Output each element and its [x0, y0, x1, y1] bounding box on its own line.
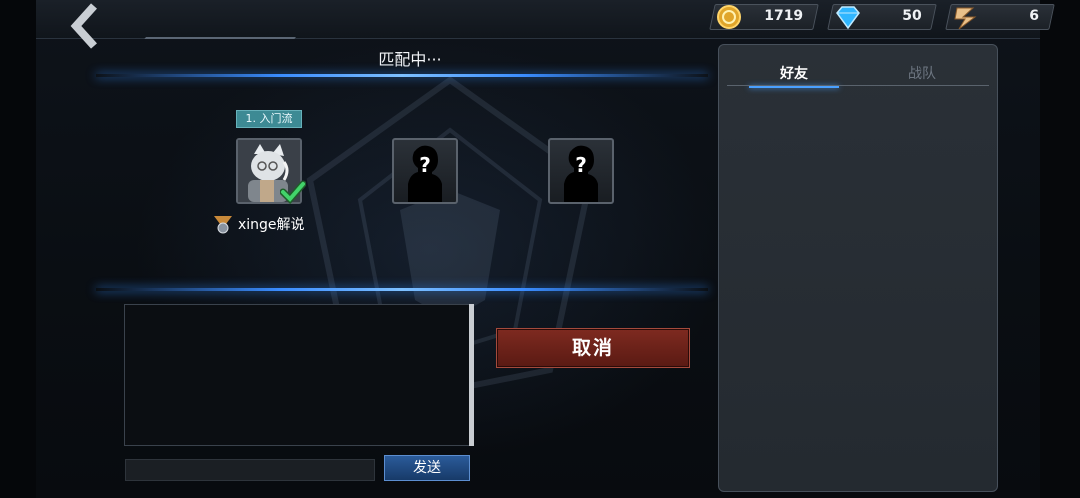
rank-medal-icon: [214, 216, 232, 234]
diamond-currency: 50: [827, 4, 937, 30]
player-name: xinge解说: [238, 217, 305, 233]
gold-currency: 1719: [709, 4, 819, 30]
gold-amount: 1719: [764, 8, 804, 24]
right-edge: [1040, 0, 1080, 498]
unknown-player-icon: ?: [408, 145, 442, 202]
bottom-glow-line: [96, 288, 708, 291]
unknown-player-icon: ?: [564, 145, 598, 202]
badge-currency: 6: [945, 4, 1055, 30]
ready-check-icon: [280, 180, 306, 204]
rank-tag: 1. 入门流: [236, 110, 302, 128]
badge-icon: [954, 7, 977, 30]
active-tab-underline: [749, 86, 839, 88]
chevron-left-icon: [70, 3, 97, 49]
gold-coin-icon: [717, 5, 741, 29]
diamond-amount: 50: [901, 8, 922, 24]
tab-team[interactable]: 战队: [877, 63, 967, 85]
back-button[interactable]: [60, 2, 110, 50]
friends-panel: 好友 战队: [718, 44, 998, 492]
chat-input[interactable]: [125, 459, 375, 481]
matching-title: 匹配中···: [378, 50, 442, 69]
tab-friends[interactable]: 好友: [749, 63, 839, 88]
cancel-button[interactable]: 取消: [496, 328, 690, 368]
diamond-icon: [836, 6, 860, 30]
badge-amount: 6: [1029, 8, 1040, 24]
player-name-row: xinge解说: [212, 214, 305, 234]
chat-scrollbar[interactable]: [469, 304, 474, 446]
player-slot-3[interactable]: ?: [548, 138, 614, 204]
left-edge: [0, 0, 36, 498]
topbar-notch: [132, 37, 296, 53]
tab-team-label: 战队: [908, 66, 936, 82]
send-button[interactable]: 发送: [384, 455, 470, 481]
svg-text:?: ?: [575, 153, 587, 177]
panel-divider: [727, 85, 989, 86]
svg-text:?: ?: [419, 153, 431, 177]
player-slot-2[interactable]: ?: [392, 138, 458, 204]
chat-log[interactable]: [124, 304, 470, 446]
tab-friends-label: 好友: [780, 66, 808, 82]
